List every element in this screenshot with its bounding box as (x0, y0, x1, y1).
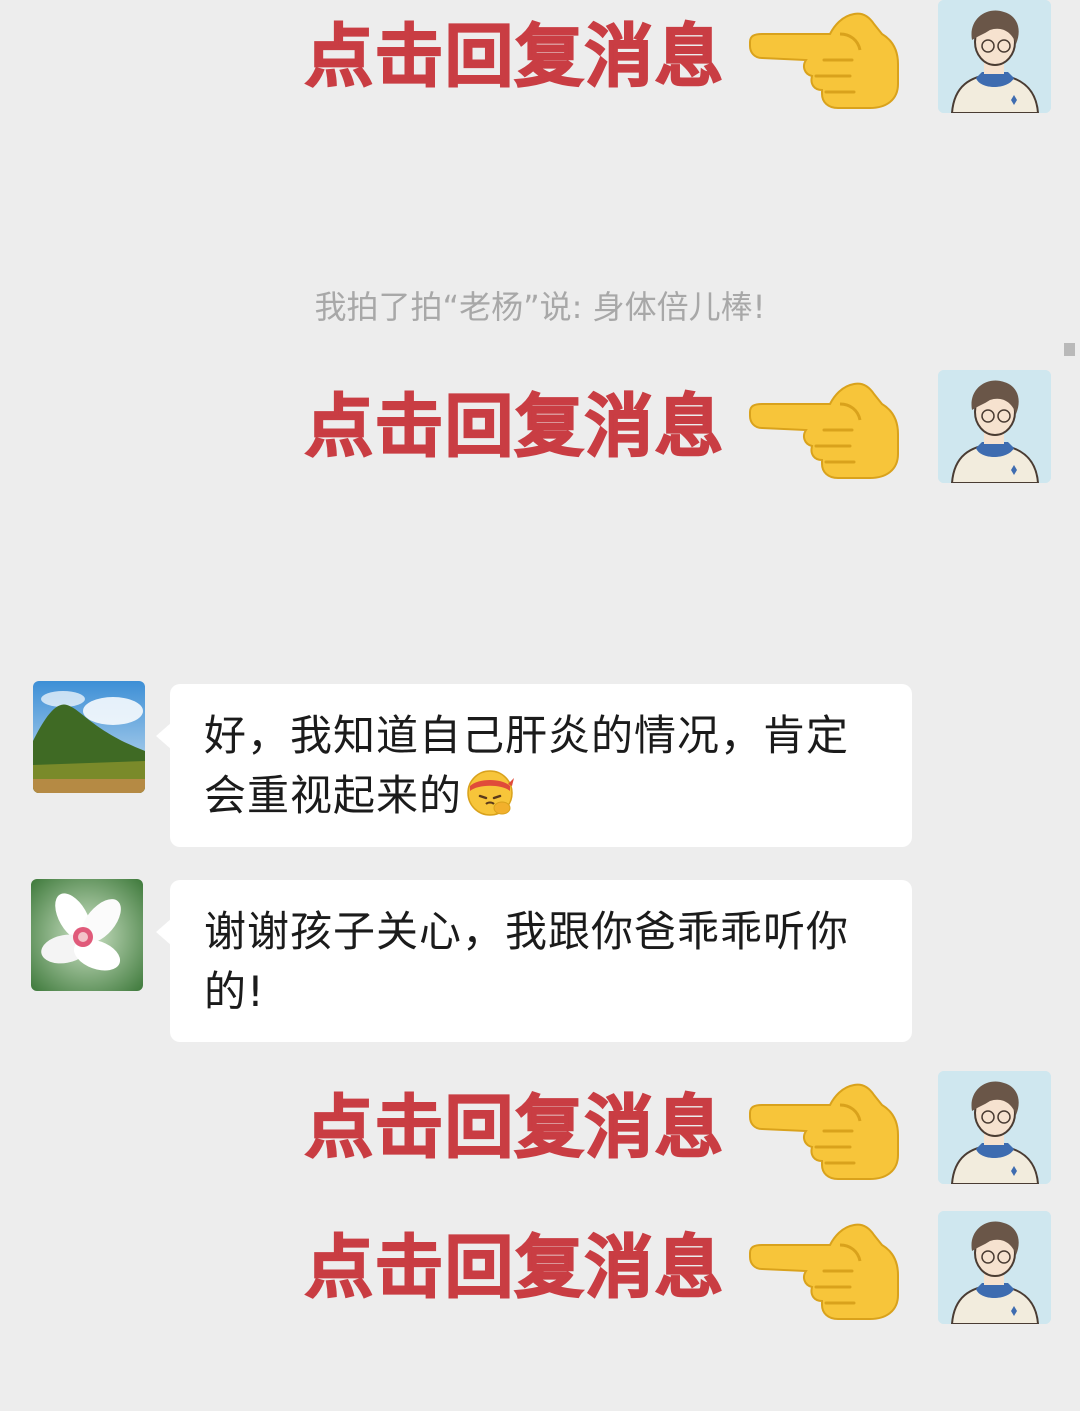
message-text: 好，我知道自己肝炎的情况，肯定会重视起来的 (204, 711, 850, 820)
my-avatar[interactable] (938, 0, 1051, 113)
pat-system-note: 我拍了拍“老杨”说: 身体倍儿棒! (314, 288, 766, 326)
my-avatar[interactable] (938, 370, 1051, 483)
message-text: 谢谢孩子关心，我跟你爸乖乖听你的! (204, 907, 850, 1016)
reply-prompt-text[interactable]: 点击回复消息 (304, 1233, 725, 1303)
pointing-hand-icon (742, 1217, 904, 1321)
reply-prompt-row[interactable]: 点击回复消息 (0, 1071, 1080, 1186)
reply-prompt-row[interactable]: 点击回复消息 (0, 0, 1080, 115)
my-avatar[interactable] (938, 1211, 1051, 1324)
my-avatar[interactable] (938, 1071, 1051, 1184)
reply-prompt-row[interactable]: 点击回复消息 (0, 370, 1080, 485)
reply-prompt-row[interactable]: 点击回复消息 (0, 1211, 1080, 1326)
contact-avatar-mountain[interactable] (33, 681, 145, 793)
pointing-hand-icon (742, 376, 904, 480)
pointing-hand-icon (742, 6, 904, 110)
contact-avatar-flower[interactable] (31, 879, 143, 991)
message-bubble[interactable]: 好，我知道自己肝炎的情况，肯定会重视起来的 (156, 684, 912, 847)
saluting-face-with-headband-icon (467, 770, 515, 816)
scrollbar-thumb[interactable] (1064, 343, 1075, 356)
reply-prompt-text[interactable]: 点击回复消息 (304, 392, 725, 462)
reply-prompt-text[interactable]: 点击回复消息 (304, 1093, 725, 1163)
reply-prompt-text[interactable]: 点击回复消息 (304, 22, 725, 92)
message-bubble[interactable]: 谢谢孩子关心，我跟你爸乖乖听你的! (156, 880, 912, 1042)
pointing-hand-icon (742, 1077, 904, 1181)
